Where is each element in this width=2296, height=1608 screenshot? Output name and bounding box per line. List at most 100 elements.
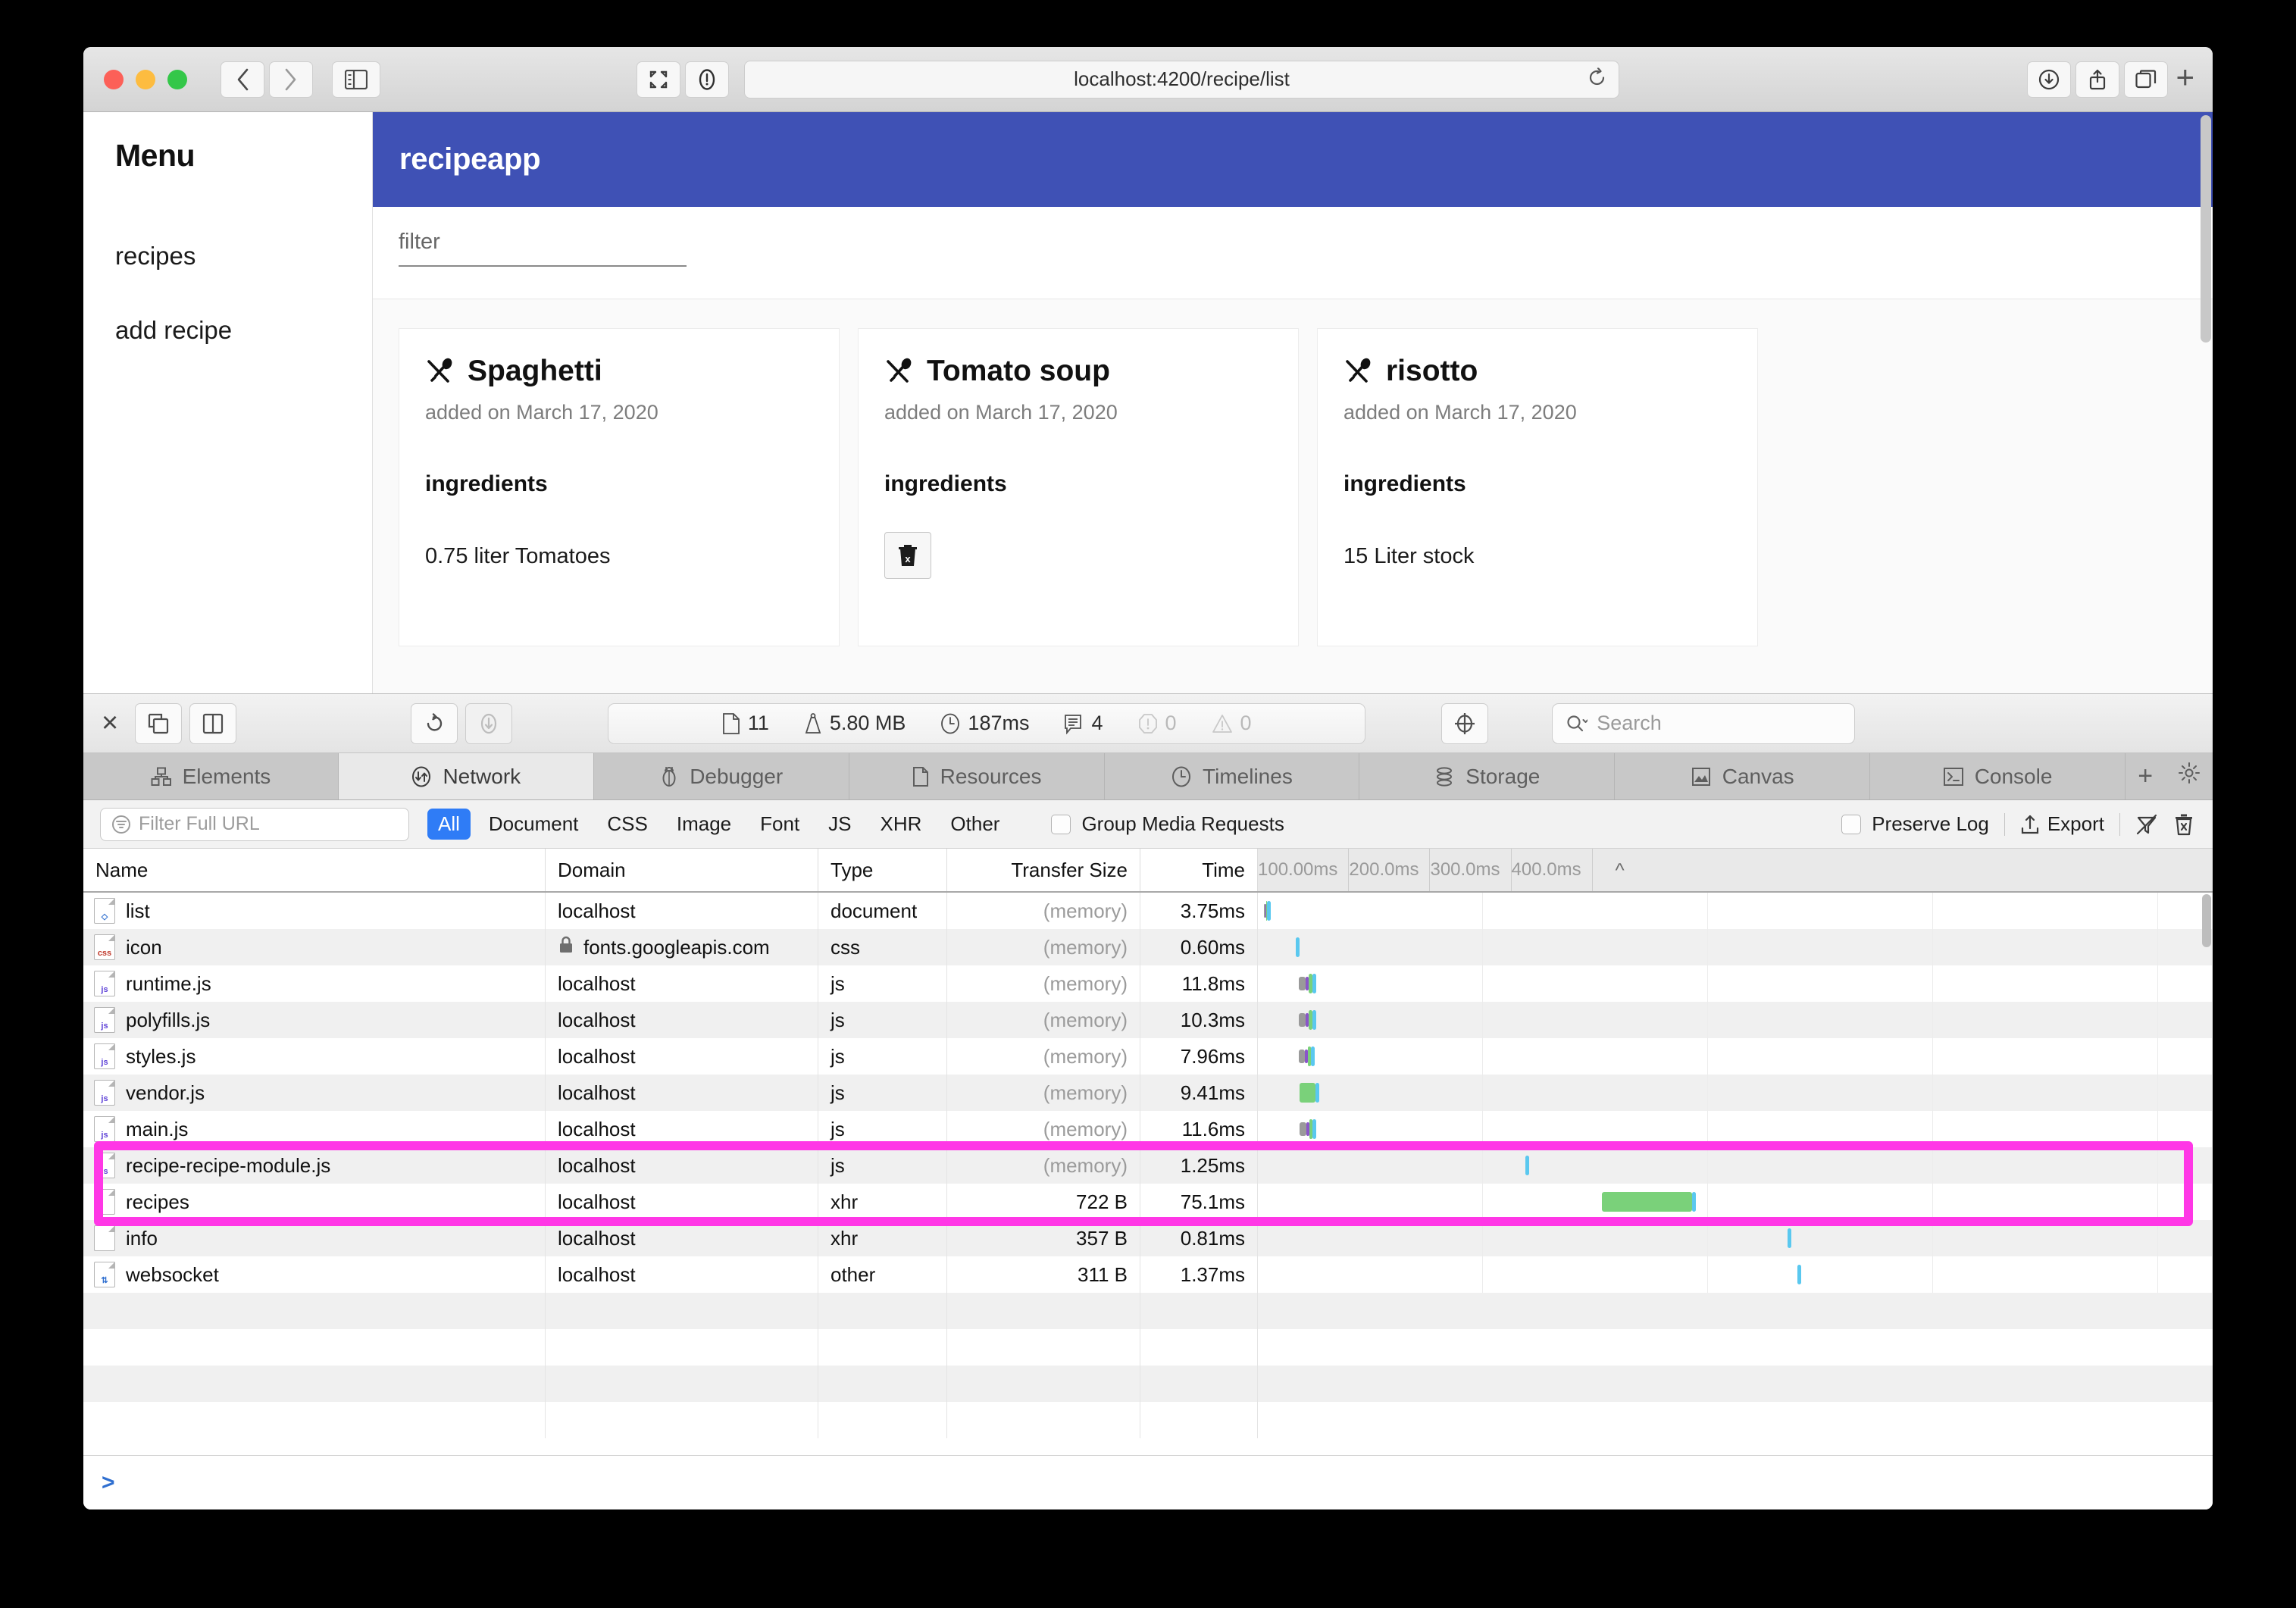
- close-devtools-button[interactable]: ×: [102, 707, 118, 740]
- table-row[interactable]: js runtime.js localhost js (memory) 11.8ms: [83, 965, 2213, 1002]
- devtools-search-input[interactable]: Search: [1552, 702, 1856, 744]
- inspect-element-button[interactable]: [1441, 702, 1489, 744]
- recipe-added-date: added on March 17, 2020: [1344, 401, 1577, 424]
- chip-font[interactable]: Font: [749, 809, 810, 840]
- column-header-time[interactable]: Time: [1140, 849, 1258, 891]
- add-tab-button[interactable]: +: [2138, 762, 2153, 791]
- new-tab-button[interactable]: +: [2176, 61, 2194, 98]
- tab-storage[interactable]: Storage: [1359, 753, 1616, 799]
- column-header-name[interactable]: Name: [83, 849, 546, 891]
- chip-document[interactable]: Document: [478, 809, 590, 840]
- chip-js[interactable]: JS: [818, 809, 862, 840]
- export-label: Export: [2047, 812, 2104, 835]
- recipe-filter-input[interactable]: [399, 230, 687, 255]
- resource-type: js: [831, 1081, 845, 1104]
- back-button[interactable]: [221, 61, 264, 98]
- tab-debugger[interactable]: Debugger: [594, 753, 849, 799]
- delete-recipe-button[interactable]: x: [884, 532, 931, 579]
- tab-resources[interactable]: Resources: [849, 753, 1105, 799]
- resource-domain: localhost: [558, 971, 636, 995]
- resource-time: 1.37ms: [1180, 1262, 1245, 1286]
- recipe-filter-field[interactable]: [399, 230, 687, 267]
- url-bar[interactable]: localhost:4200/recipe/list: [744, 60, 1619, 99]
- clear-on-load-button[interactable]: [2135, 813, 2158, 836]
- table-row[interactable]: ◇ list localhost document (memory) 3.75ms: [83, 893, 2213, 929]
- recipe-card[interactable]: risotto added on March 17, 2020 ingredie…: [1317, 328, 1758, 646]
- sidebar-toggle-button[interactable]: [332, 61, 380, 98]
- chip-other[interactable]: Other: [940, 809, 1010, 840]
- clear-network-items-button[interactable]: [2173, 813, 2194, 836]
- cell-transfer-size: (memory): [947, 1111, 1140, 1147]
- chip-image[interactable]: Image: [666, 809, 742, 840]
- devtools-console-prompt-bar[interactable]: >: [83, 1455, 2213, 1509]
- undock-devtools-button[interactable]: [135, 702, 183, 744]
- waterfall-bar: [1296, 937, 1300, 957]
- waterfall-bar: [1300, 1083, 1315, 1103]
- tab-elements[interactable]: Elements: [83, 753, 339, 799]
- column-header-transfer-size[interactable]: Transfer Size: [947, 849, 1140, 891]
- table-row[interactable]: recipes localhost xhr 722 B 75.1ms: [83, 1184, 2213, 1220]
- column-header-domain[interactable]: Domain: [546, 849, 818, 891]
- table-row[interactable]: info localhost xhr 357 B 0.81ms: [83, 1220, 2213, 1256]
- waterfall-collapse-button[interactable]: ^: [1593, 849, 1647, 891]
- sidebar-item-add-recipe[interactable]: add recipe: [115, 316, 372, 345]
- reader-mode-button[interactable]: [685, 61, 729, 98]
- minimize-window-button[interactable]: [136, 69, 155, 89]
- share-button[interactable]: [2075, 61, 2120, 98]
- close-window-button[interactable]: [104, 69, 124, 89]
- export-button[interactable]: Export: [2020, 812, 2104, 836]
- image-icon: [1691, 767, 1710, 786]
- cell-time: 11.8ms: [1140, 965, 1258, 1002]
- table-row[interactable]: js vendor.js localhost js (memory) 9.41ms: [83, 1075, 2213, 1111]
- chip-xhr[interactable]: XHR: [870, 809, 933, 840]
- reload-page-button[interactable]: [1588, 67, 1606, 91]
- share-icon: [2090, 69, 2106, 89]
- table-row[interactable]: css icon fonts.googleapis.com css (memory) 0.…: [83, 929, 2213, 965]
- dock-side-button[interactable]: [189, 702, 237, 744]
- chip-all[interactable]: All: [427, 809, 471, 840]
- table-row[interactable]: ⇅ websocket localhost other 311 B 1.37ms: [83, 1256, 2213, 1293]
- tab-network[interactable]: Network: [338, 753, 594, 799]
- table-row[interactable]: js polyfills.js localhost js (memory) 10.3ms: [83, 1002, 2213, 1038]
- navigation-buttons: [221, 61, 313, 98]
- waterfall-gridlines: [1258, 1038, 2213, 1075]
- force-reload-button[interactable]: [465, 702, 513, 744]
- resource-type: js: [831, 1044, 845, 1068]
- chip-css[interactable]: CSS: [596, 809, 658, 840]
- recipe-card[interactable]: Spaghetti added on March 17, 2020 ingred…: [399, 328, 840, 646]
- group-media-requests-toggle[interactable]: Group Media Requests: [1051, 812, 1284, 836]
- recipe-card[interactable]: Tomato soup added on March 17, 2020 ingr…: [858, 328, 1299, 646]
- devtools-settings-button[interactable]: [2178, 762, 2201, 791]
- tab-console[interactable]: Console: [1870, 753, 2126, 799]
- group-media-checkbox[interactable]: [1051, 814, 1071, 834]
- recipe-added-date: added on March 17, 2020: [425, 401, 658, 424]
- zoom-window-button[interactable]: [167, 69, 187, 89]
- table-row[interactable]: js styles.js localhost js (memory) 7.96ms: [83, 1038, 2213, 1075]
- tab-switcher-button[interactable]: [2124, 61, 2169, 98]
- table-empty-row: [83, 1402, 2213, 1438]
- downloads-button[interactable]: [2027, 61, 2072, 98]
- preserve-log-toggle[interactable]: Preserve Log: [1841, 812, 1989, 836]
- column-header-type[interactable]: Type: [818, 849, 947, 891]
- responsive-design-button[interactable]: [637, 61, 680, 98]
- tab-canvas[interactable]: Canvas: [1615, 753, 1871, 799]
- sidebar-item-recipes[interactable]: recipes: [115, 242, 372, 271]
- forward-button[interactable]: [269, 61, 313, 98]
- cell-time: 1.37ms: [1140, 1256, 1258, 1293]
- table-scrollbar[interactable]: [2202, 894, 2211, 947]
- cell-waterfall: [1258, 893, 2213, 929]
- table-row[interactable]: js main.js localhost js (memory) 11.6ms: [83, 1111, 2213, 1147]
- waterfall-wait-bar: [1300, 1122, 1306, 1136]
- tab-timelines[interactable]: Timelines: [1105, 753, 1360, 799]
- waterfall-start-marker: [1312, 1119, 1317, 1139]
- table-row[interactable]: js recipe-recipe-module.js localhost js (mem…: [83, 1147, 2213, 1184]
- cell-domain: localhost: [546, 893, 818, 929]
- xhr-file-icon: [94, 1225, 115, 1251]
- cell-domain: localhost: [546, 1256, 818, 1293]
- resource-name: recipes: [126, 1190, 189, 1213]
- reload-resources-button[interactable]: [411, 702, 458, 744]
- devtools-toolbar: × 11 5.80 MB 187ms 4 0 0 Search: [83, 694, 2213, 753]
- page-scrollbar[interactable]: [2201, 115, 2211, 343]
- preserve-log-checkbox[interactable]: [1841, 814, 1862, 834]
- url-filter-input[interactable]: Filter Full URL: [100, 807, 409, 841]
